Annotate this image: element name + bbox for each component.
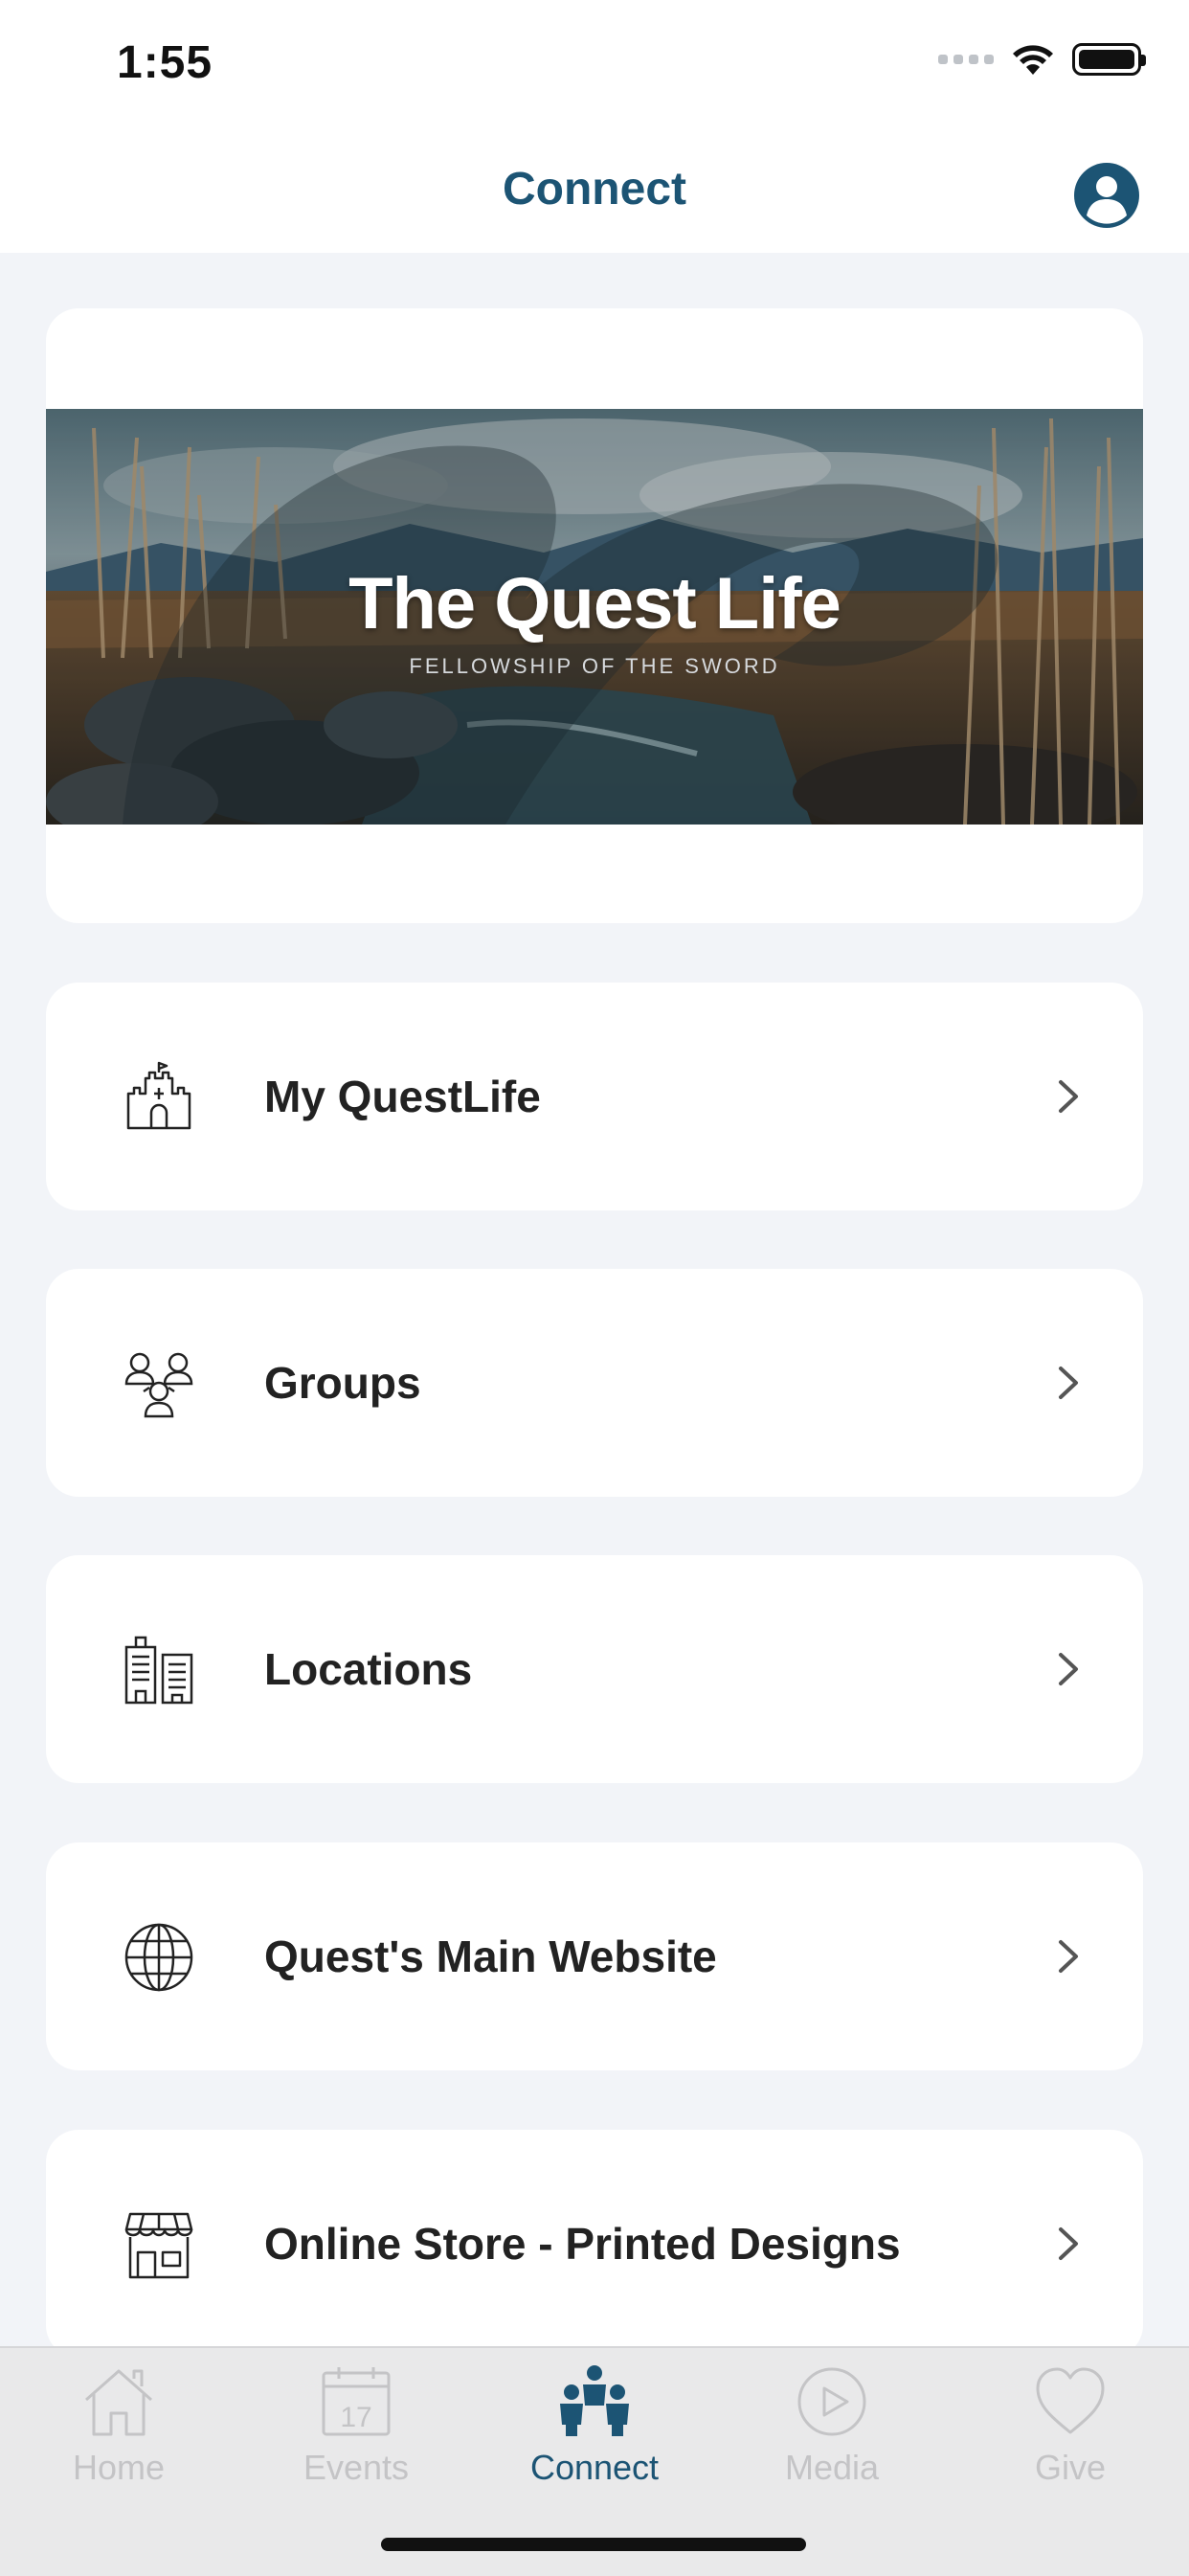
menu-item-main-website[interactable]: Quest's Main Website [46,1842,1143,2070]
banner-subtitle: FELLOWSHIP OF THE SWORD [409,654,780,678]
menu-item-label: My QuestLife [264,1072,541,1121]
tab-label: Connect [529,2448,660,2487]
chevron-right-icon [1059,1367,1078,1399]
page-title: Connect [503,164,686,215]
tab-media[interactable]: Media [713,2348,951,2511]
wifi-icon [1013,45,1053,75]
menu-item-label: Locations [264,1644,473,1694]
menu-item-label: Online Store - Printed Designs [264,2219,901,2269]
globe-icon [124,1923,193,1992]
people-icon [560,2365,629,2436]
tab-label: Media [784,2448,880,2487]
play-icon [797,2367,866,2436]
banner-image: The Quest Life FELLOWSHIP OF THE SWORD [46,409,1143,825]
chevron-right-icon [1059,2227,1078,2260]
tab-connect[interactable]: Connect [476,2348,713,2511]
status-icons [938,42,1146,77]
menu-item-my-questlife[interactable]: My QuestLife [46,983,1143,1210]
status-bar: 1:55 [0,0,1189,134]
buildings-icon [124,1636,193,1705]
chevron-right-icon [1059,1080,1078,1113]
cellular-signal-icon [938,55,994,64]
nav-bar: Connect [0,134,1189,253]
home-icon [85,2369,152,2436]
menu-item-groups[interactable]: Groups [46,1269,1143,1497]
chevron-right-icon [1059,1940,1078,1973]
menu-item-label: Quest's Main Website [264,1932,717,1981]
tab-events[interactable]: 17 Events [237,2348,475,2511]
heart-icon [1036,2367,1105,2434]
people-group-icon [124,1352,193,1418]
home-indicator [381,2538,806,2551]
tab-label: Give [1034,2448,1107,2487]
tab-home[interactable]: Home [0,2348,237,2511]
castle-icon [126,1061,191,1130]
menu-item-locations[interactable]: Locations [46,1555,1143,1783]
tab-label: Events [303,2448,410,2487]
chevron-right-icon [1059,1653,1078,1685]
menu-item-label: Groups [264,1358,421,1408]
storefront-icon [124,2212,193,2279]
menu-item-online-store[interactable]: Online Store - Printed Designs [46,2130,1143,2358]
calendar-day: 17 [340,2402,372,2433]
profile-icon[interactable] [1072,161,1141,230]
tab-give[interactable]: Give [952,2348,1189,2511]
tab-label: Home [72,2448,166,2487]
battery-icon [1072,43,1146,76]
banner-card[interactable]: The Quest Life FELLOWSHIP OF THE SWORD [46,308,1143,923]
banner-title: The Quest Life [348,563,841,644]
status-time: 1:55 [117,37,213,88]
